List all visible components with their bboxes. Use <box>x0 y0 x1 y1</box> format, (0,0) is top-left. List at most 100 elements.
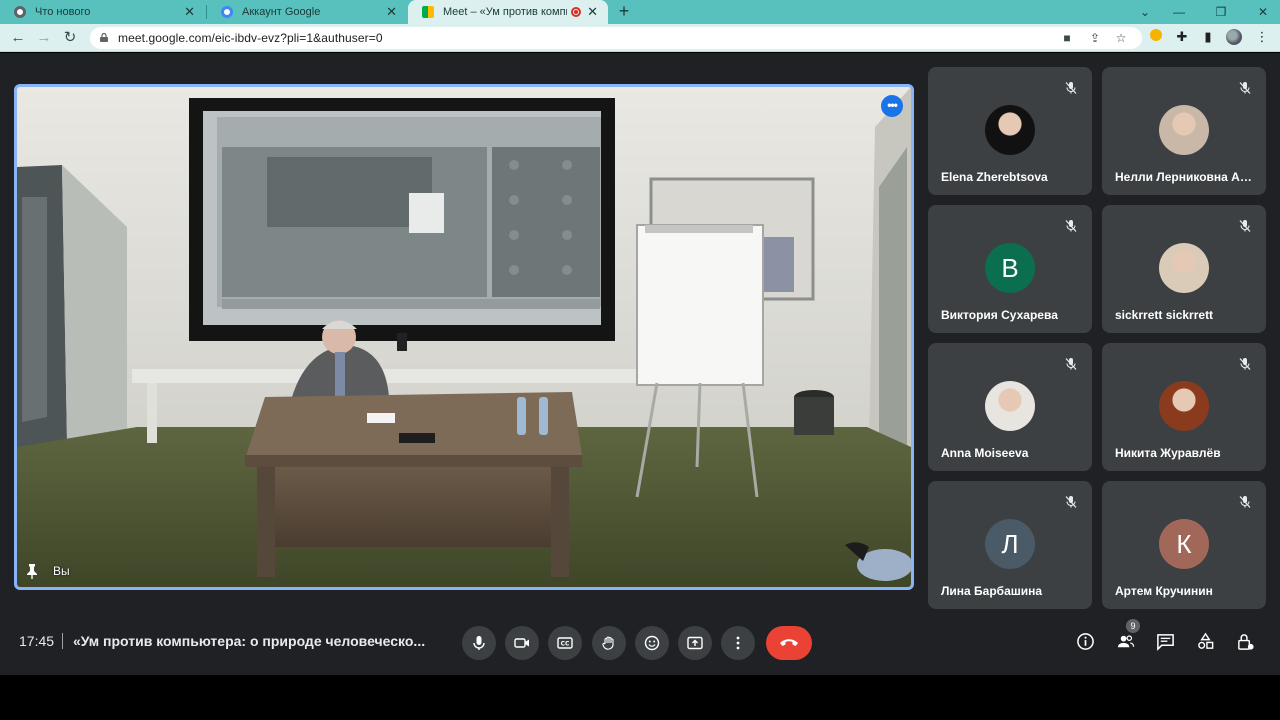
extensions-puzzle-icon[interactable]: ✚ <box>1174 29 1190 45</box>
participant-tile[interactable]: Л Лина Барбашина <box>928 481 1092 609</box>
participant-photo <box>985 381 1035 431</box>
meeting-title: «Ум против компьютера: о природе человеч… <box>73 633 426 649</box>
camera-icon <box>514 638 529 648</box>
microphone-icon <box>473 636 485 650</box>
participant-initial-avatar: Л <box>985 519 1035 569</box>
participant-tile[interactable]: К Артем Кручинин <box>1102 481 1266 609</box>
camera-in-use-icon[interactable]: ■ <box>1060 31 1074 45</box>
divider <box>62 633 63 649</box>
activities-button[interactable] <box>1194 630 1216 652</box>
tab-strip: Что нового ✕ Аккаунт Google ✕ Meet – «Ум… <box>0 0 1280 24</box>
participant-tile[interactable]: В Виктория Сухарева <box>928 205 1092 333</box>
more-options-button[interactable] <box>721 626 755 660</box>
pin-icon[interactable] <box>25 563 39 579</box>
google-icon <box>221 6 233 18</box>
present-button[interactable] <box>678 626 712 660</box>
self-name-label: Вы <box>53 564 70 578</box>
lock-icon <box>100 33 108 42</box>
muted-microphone-icon <box>1065 220 1077 232</box>
participant-photo <box>1159 105 1209 155</box>
share-icon[interactable]: ⇪ <box>1088 31 1102 45</box>
captions-button[interactable]: CC <box>548 626 582 660</box>
microphone-button[interactable] <box>462 626 496 660</box>
chat-icon <box>1156 633 1174 651</box>
participant-initial-avatar: В <box>985 243 1035 293</box>
emoji-button[interactable] <box>635 626 669 660</box>
people-icon <box>1117 634 1134 647</box>
present-icon <box>687 636 703 650</box>
address-bar[interactable]: meet.google.com/eic-ibdv-evz?pli=1&authu… <box>90 27 1142 49</box>
meet-app: ••• Вы Elena Zherebtsova Нелли Лерниковна… <box>0 53 1280 675</box>
host-controls-icon <box>1237 633 1254 650</box>
muted-microphone-icon <box>1065 358 1077 370</box>
participant-name: Нелли Лерниковна Ар... <box>1115 170 1257 184</box>
tile-options-button[interactable]: ••• <box>881 95 903 117</box>
toolbar: ← → ↻ meet.google.com/eic-ibdv-evz?pli=1… <box>0 24 1280 52</box>
chrome-icon <box>14 6 26 18</box>
participant-name: Артем Кручинин <box>1115 584 1213 598</box>
camera-button[interactable] <box>505 626 539 660</box>
people-button[interactable] <box>1114 630 1136 652</box>
close-window-icon[interactable]: ✕ <box>1246 0 1280 24</box>
close-tab-icon[interactable]: ✕ <box>386 4 397 20</box>
recording-icon <box>571 7 582 17</box>
chat-button[interactable] <box>1154 630 1176 652</box>
tab-title: Аккаунт Google <box>242 6 321 18</box>
participant-tile[interactable]: sickrrett sickrrett <box>1102 205 1266 333</box>
tab-whats-new[interactable]: Что нового ✕ <box>0 0 205 24</box>
tab-meet[interactable]: Meet – «Ум против компью ✕ <box>408 0 608 24</box>
activities-icon <box>1197 632 1213 649</box>
svg-text:CC: CC <box>561 641 570 648</box>
tab-search-icon[interactable]: ⌄ <box>1128 0 1162 24</box>
new-tab-button[interactable]: + <box>614 0 634 24</box>
participant-name: Elena Zherebtsova <box>941 170 1048 184</box>
close-tab-icon[interactable]: ✕ <box>587 4 598 20</box>
muted-microphone-icon <box>1239 496 1251 508</box>
participant-name: Лина Барбашина <box>941 584 1043 598</box>
bookmark-star-icon[interactable]: ☆ <box>1114 31 1128 45</box>
captions-icon: CC <box>557 637 573 649</box>
main-video[interactable]: ••• Вы <box>14 84 914 590</box>
more-options-icon <box>736 636 740 650</box>
side-panel-icon[interactable]: ▮ <box>1200 29 1216 45</box>
end-call-button[interactable] <box>766 626 812 660</box>
forward-icon[interactable]: → <box>34 28 54 48</box>
tab-title: Meet – «Ум против компью <box>443 6 568 18</box>
host-controls-button[interactable] <box>1234 630 1256 652</box>
participant-tile[interactable]: Elena Zherebtsova <box>928 67 1092 195</box>
emoji-icon <box>644 635 660 651</box>
classroom-video-feed <box>17 87 911 587</box>
meeting-controls-bar: 17:45 «Ум против компьютера: о природе ч… <box>0 619 1280 664</box>
maximize-icon[interactable]: ❐ <box>1204 0 1238 24</box>
meeting-details-button[interactable] <box>1074 630 1096 652</box>
participants-count-badge: 9 <box>1126 619 1140 633</box>
participant-initial-avatar: К <box>1159 519 1209 569</box>
muted-microphone-icon <box>1239 220 1251 232</box>
extension-icon[interactable] <box>1148 29 1164 45</box>
muted-microphone-icon <box>1065 82 1077 94</box>
muted-microphone-icon <box>1239 358 1251 370</box>
participant-photo <box>1159 381 1209 431</box>
participant-tile[interactable]: Anna Moiseeva <box>928 343 1092 471</box>
meet-icon <box>422 6 434 18</box>
meeting-clock: 17:45 <box>19 633 55 649</box>
back-icon[interactable]: ← <box>8 28 28 48</box>
tab-title: Что нового <box>35 6 91 18</box>
participant-name: Никита Журавлёв <box>1115 446 1221 460</box>
close-tab-icon[interactable]: ✕ <box>184 4 195 20</box>
muted-microphone-icon <box>1065 496 1077 508</box>
participant-photo <box>1159 243 1209 293</box>
tab-google-account[interactable]: Аккаунт Google ✕ <box>207 0 407 24</box>
raise-hand-icon <box>602 636 614 650</box>
participant-name: Anna Moiseeva <box>941 446 1029 460</box>
minimize-icon[interactable]: — <box>1162 0 1196 24</box>
end-call-icon <box>780 639 798 646</box>
reload-icon[interactable]: ↻ <box>60 28 80 48</box>
menu-icon[interactable]: ⋮ <box>1254 29 1270 45</box>
participant-tile[interactable]: Нелли Лерниковна Ар... <box>1102 67 1266 195</box>
participant-name: Виктория Сухарева <box>941 308 1058 322</box>
raise-hand-button[interactable] <box>592 626 626 660</box>
participant-photo <box>985 105 1035 155</box>
profile-avatar[interactable] <box>1226 29 1242 45</box>
participant-tile[interactable]: Никита Журавлёв <box>1102 343 1266 471</box>
